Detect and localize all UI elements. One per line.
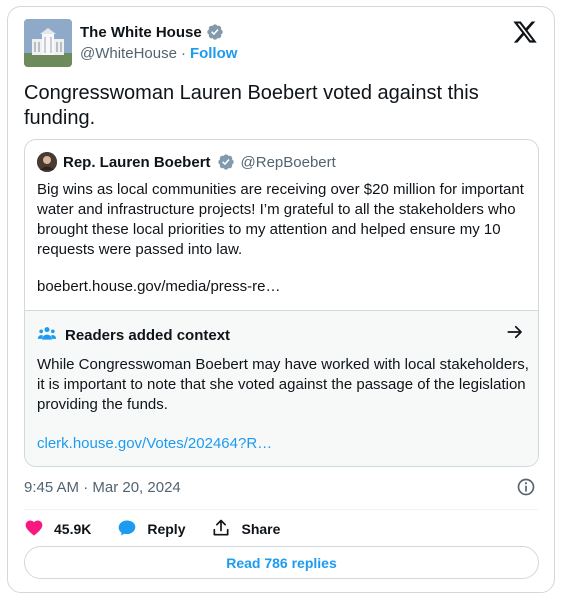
verified-badge-icon [217, 153, 235, 171]
reply-icon [117, 518, 137, 541]
context-header: Readers added context [37, 323, 230, 348]
context-title: Readers added context [65, 327, 231, 344]
white-house-avatar[interactable] [24, 19, 72, 67]
reply-label: Reply [147, 521, 186, 537]
x-logo-icon[interactable] [512, 19, 538, 45]
share-label: Share [241, 521, 281, 537]
tweet-timestamp[interactable]: 9:45 AM · Mar 20, 2024 [24, 479, 181, 496]
share-button[interactable]: Share [211, 518, 280, 541]
quoted-handle: @RepBoebert [240, 153, 336, 171]
read-replies-button[interactable]: Read 786 replies [24, 546, 539, 579]
tweet-text: Congresswoman Lauren Boebert voted again… [24, 82, 479, 129]
context-text: While Congresswoman Boebert may have wor… [37, 356, 529, 413]
author-display-name[interactable]: The White House [80, 24, 202, 41]
separator-dot: · [180, 45, 186, 62]
heart-icon [24, 518, 44, 541]
info-icon[interactable] [516, 477, 536, 497]
readers-context-panel[interactable]: Readers added context While Congresswoma… [25, 310, 538, 466]
author-handle[interactable]: @WhiteHouse [80, 45, 177, 62]
quoted-header: Rep. Lauren Boebert @RepBoebert [37, 152, 336, 172]
follow-button[interactable]: Follow [190, 45, 238, 62]
tweet-card: The White House @WhiteHouse · Follow Con… [7, 6, 555, 593]
quoted-tweet[interactable]: Rep. Lauren Boebert @RepBoebert Big wins… [24, 139, 539, 467]
reply-button[interactable]: Reply [117, 518, 185, 541]
verified-badge-icon [206, 23, 224, 41]
quoted-text: Big wins as local communities are receiv… [37, 181, 524, 258]
author-name-line: The White House [80, 23, 224, 41]
like-button[interactable]: 45.9K [24, 518, 91, 541]
tweet-header: The White House @WhiteHouse · Follow [24, 19, 538, 71]
share-icon [211, 518, 231, 541]
divider [24, 509, 538, 510]
arrow-right-icon[interactable] [506, 323, 524, 341]
like-count: 45.9K [54, 521, 92, 537]
quoted-display-name: Rep. Lauren Boebert [63, 153, 211, 171]
context-link[interactable]: clerk.house.gov/Votes/202464?R… [37, 435, 272, 452]
action-bar: 45.9K Reply Share [24, 517, 306, 541]
quoted-link[interactable]: boebert.house.gov/media/press-re… [37, 278, 280, 295]
author-handle-line: @WhiteHouse · Follow [80, 45, 237, 62]
readers-icon [37, 323, 57, 348]
boebert-avatar [37, 152, 57, 172]
